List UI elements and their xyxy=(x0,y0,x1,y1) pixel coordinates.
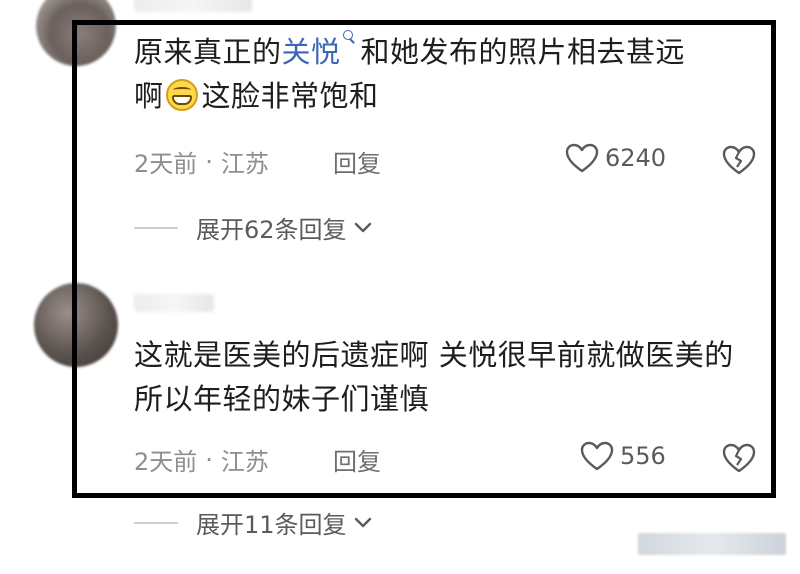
search-icon[interactable] xyxy=(342,30,355,44)
like-count: 6240 xyxy=(605,144,667,172)
divider-line xyxy=(134,226,178,229)
blurred-watermark xyxy=(638,533,786,555)
like-button[interactable]: 556 xyxy=(580,441,666,471)
expand-replies-button[interactable]: 展开62条回复 xyxy=(134,210,373,245)
broken-heart-icon[interactable] xyxy=(722,145,756,175)
comment-text: 原来真正的关悦 和她发布的照片相去甚远 啊 这脸非常饱和 xyxy=(134,30,754,118)
comment-time: 2天前 xyxy=(134,448,198,476)
expand-replies-label: 展开11条回复 xyxy=(196,511,347,539)
comment-meta: 2天前 · 江苏 xyxy=(134,144,269,179)
meta-separator: · xyxy=(205,445,213,474)
reply-button[interactable]: 回复 xyxy=(333,442,381,477)
comment-meta: 2天前 · 江苏 xyxy=(134,442,269,477)
like-count: 556 xyxy=(620,442,666,470)
chevron-down-icon xyxy=(354,222,371,232)
heart-icon xyxy=(580,441,614,471)
comment-text-part: 原来真正的 xyxy=(134,35,282,69)
grinning-face-icon xyxy=(165,79,198,111)
comment-time: 2天前 xyxy=(134,150,198,178)
comment-location: 江苏 xyxy=(220,150,269,178)
comment-text-part: 啊 xyxy=(134,79,164,113)
comment-location: 江苏 xyxy=(220,448,269,476)
comment-text: 这就是医美的后遗症啊 关悦很早前就做医美的 所以年轻的妹子们谨慎 xyxy=(134,338,734,416)
expand-replies-button[interactable]: 展开11条回复 xyxy=(134,505,373,540)
like-button[interactable]: 6240 xyxy=(565,143,666,173)
comment-text-part: 和她发布的照片相去甚远 xyxy=(360,35,686,69)
meta-separator: · xyxy=(205,147,213,176)
reply-button[interactable]: 回复 xyxy=(333,144,381,179)
broken-heart-icon[interactable] xyxy=(722,443,756,473)
search-link[interactable]: 关悦 xyxy=(282,35,341,69)
expand-replies-label: 展开62条回复 xyxy=(196,216,347,244)
comment-text-part: 这脸非常饱和 xyxy=(201,79,379,113)
chevron-down-icon xyxy=(354,517,371,527)
divider-line xyxy=(134,521,178,524)
heart-icon xyxy=(565,143,599,173)
blurred-username[interactable] xyxy=(134,0,252,12)
